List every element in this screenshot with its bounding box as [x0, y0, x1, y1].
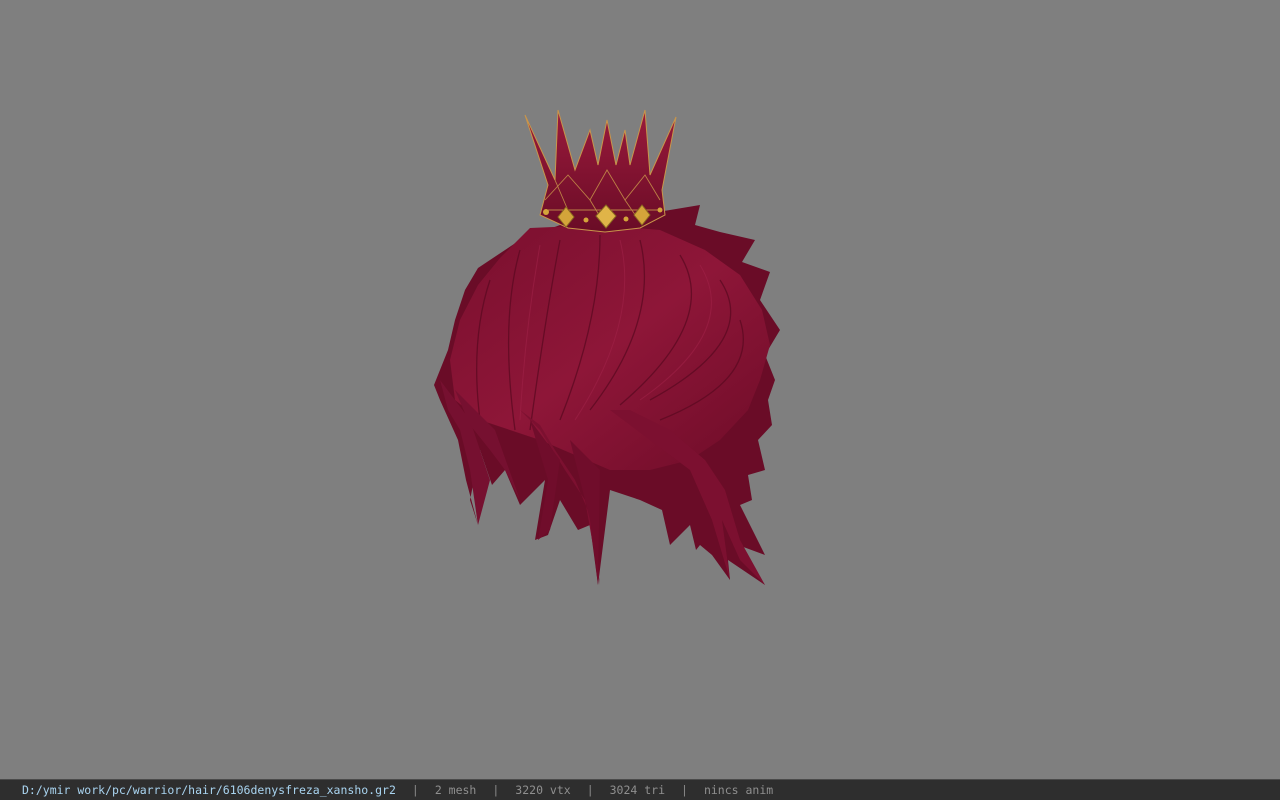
- separator: |: [411, 783, 419, 797]
- vertex-count: 3220 vtx: [515, 783, 571, 797]
- hair-mesh: [434, 205, 780, 585]
- hair-model-render[interactable]: [0, 0, 1280, 779]
- mesh-count: 2 mesh: [434, 783, 477, 797]
- animation-status: nincs anim: [703, 783, 774, 797]
- triangle-count: 3024 tri: [609, 783, 666, 797]
- separator: |: [681, 783, 688, 797]
- file-path-label: D:/ymir work/pc/warrior/hair/6106denysfr…: [22, 783, 396, 797]
- separator: |: [586, 783, 594, 797]
- separator: |: [492, 783, 500, 797]
- crown-mesh: [524, 109, 677, 233]
- status-bar: D:/ymir work/pc/warrior/hair/6106denysfr…: [0, 779, 1280, 800]
- 3d-viewport[interactable]: [0, 0, 1280, 779]
